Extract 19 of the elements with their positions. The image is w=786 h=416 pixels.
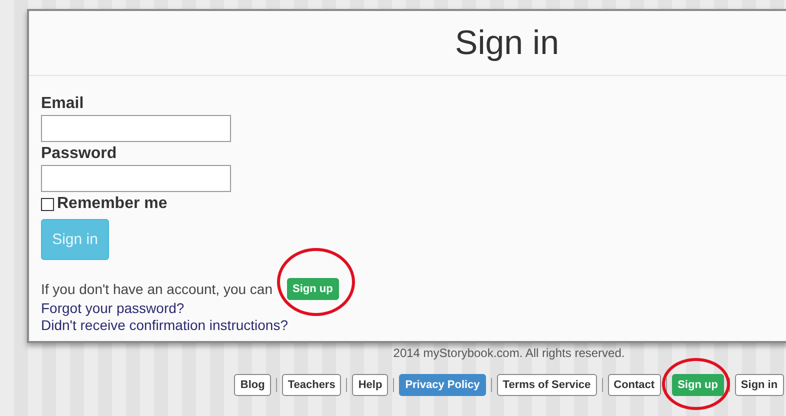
page-title: Sign in	[455, 24, 559, 62]
password-field[interactable]	[41, 165, 231, 192]
highlight-circle	[662, 358, 730, 410]
footer-link[interactable]: Teachers	[282, 374, 342, 396]
footer-link[interactable]: Privacy Policy	[399, 374, 486, 396]
password-label: Password	[41, 144, 117, 164]
forgot-password-link[interactable]: Forgot your password?	[41, 300, 339, 317]
footer-link[interactable]: Help	[352, 374, 388, 396]
confirmation-link[interactable]: Didn't receive confirmation instructions?	[41, 317, 339, 334]
footer-link[interactable]: Blog	[234, 374, 271, 396]
footer-link[interactable]: Terms of Service	[496, 374, 597, 396]
footer-link[interactable]: Sign in	[734, 374, 784, 396]
remember-label: Remember me	[57, 194, 168, 214]
footer-link[interactable]: Contact	[608, 374, 661, 396]
copyright-text: 2014 myStorybook.com. All rights reserved.	[393, 346, 625, 360]
remember-checkbox[interactable]	[41, 198, 54, 210]
signup-prompt: If you don't have an account, you can	[41, 280, 272, 298]
email-label: Email	[41, 94, 84, 114]
email-field[interactable]	[41, 115, 231, 142]
